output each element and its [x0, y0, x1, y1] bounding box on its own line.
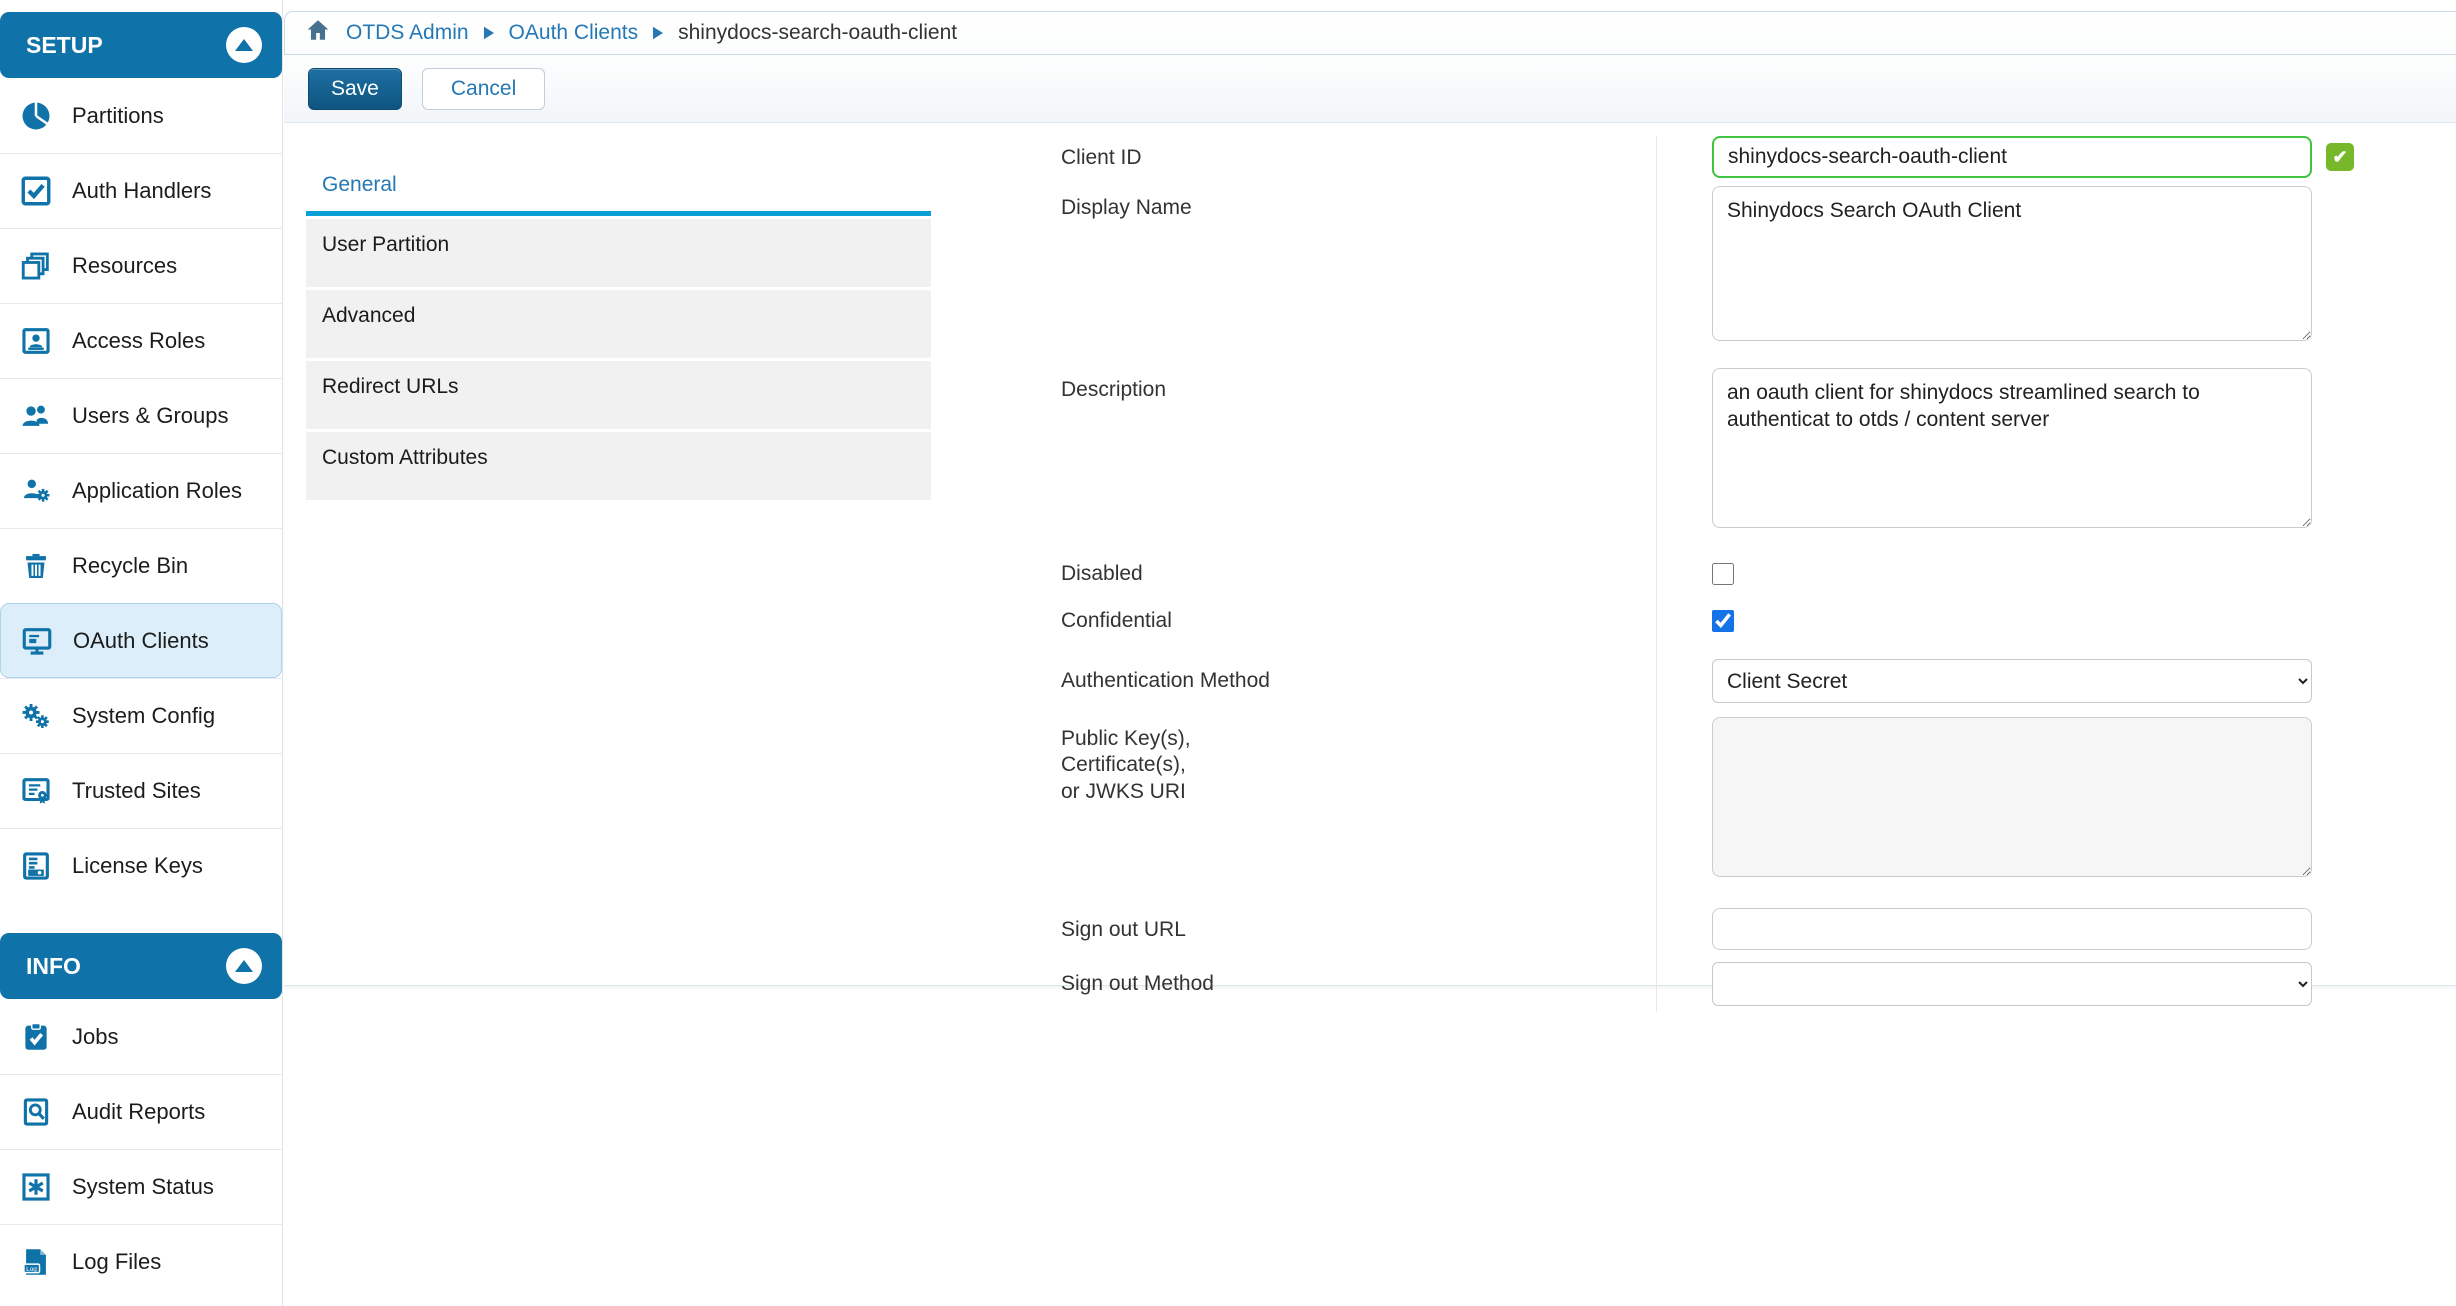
home-icon[interactable] [305, 17, 331, 49]
sidebar-item-label: Log Files [72, 1249, 161, 1275]
collapse-setup-button[interactable] [226, 27, 262, 63]
breadcrumb-arrow-icon [484, 26, 494, 40]
public-keys-textarea[interactable] [1712, 717, 2312, 877]
sidebar-item-log-files[interactable]: Log Log Files [0, 1224, 282, 1299]
sidebar-item-auth-handlers[interactable]: Auth Handlers [0, 153, 282, 228]
sidebar-item-system-config[interactable]: System Config [0, 678, 282, 753]
oauth-client-form: Client ID ✔ Display Name Shinydocs Searc… [1061, 123, 2456, 985]
sidebar-item-label: Access Roles [72, 328, 205, 354]
main-area: OTDS Admin OAuth Clients shinydocs-searc… [284, 0, 2456, 1306]
description-textarea[interactable]: an oauth client for shinydocs streamline… [1712, 368, 2312, 528]
tab-redirect-urls[interactable]: Redirect URLs [306, 361, 931, 429]
sidebar: SETUP Partitions Auth Handlers [0, 0, 283, 1306]
confidential-label: Confidential [1061, 604, 1656, 659]
system-status-icon [18, 1169, 54, 1205]
setup-nav: Partitions Auth Handlers Resources Acces… [0, 78, 282, 903]
sign-out-url-input[interactable] [1712, 908, 2312, 950]
active-tab-underline [306, 211, 931, 216]
info-section-title: INFO [26, 953, 81, 980]
users-groups-icon [18, 398, 54, 434]
info-nav: Jobs Audit Reports System Status Log Log… [0, 999, 282, 1299]
sign-out-url-label: Sign out URL [1061, 908, 1656, 962]
valid-check-icon: ✔ [2326, 143, 2354, 171]
oauth-clients-icon [19, 623, 55, 659]
sidebar-item-label: License Keys [72, 853, 203, 879]
display-name-textarea[interactable]: Shinydocs Search OAuth Client [1712, 186, 2312, 341]
sidebar-section-setup[interactable]: SETUP [0, 12, 282, 78]
sidebar-item-label: Jobs [72, 1024, 118, 1050]
jobs-icon [18, 1019, 54, 1055]
log-files-icon: Log [18, 1244, 54, 1280]
authentication-method-label: Authentication Method [1061, 659, 1656, 717]
sign-out-method-label: Sign out Method [1061, 962, 1656, 1012]
recycle-bin-icon [18, 548, 54, 584]
sidebar-item-label: Partitions [72, 103, 164, 129]
auth-handlers-icon [18, 173, 54, 209]
svg-text:Log: Log [26, 1266, 37, 1273]
cancel-button[interactable]: Cancel [422, 68, 545, 110]
sidebar-item-label: System Status [72, 1174, 214, 1200]
setup-section-title: SETUP [26, 32, 103, 59]
display-name-label: Display Name [1061, 186, 1656, 368]
sidebar-item-oauth-clients[interactable]: OAuth Clients [0, 603, 282, 678]
sidebar-item-license-keys[interactable]: License Keys [0, 828, 282, 903]
description-label: Description [1061, 368, 1656, 557]
sidebar-item-label: Recycle Bin [72, 553, 188, 579]
chevron-up-icon [235, 960, 253, 972]
sidebar-section-info[interactable]: INFO [0, 933, 282, 999]
partitions-icon [18, 98, 54, 134]
authentication-method-select[interactable]: Client Secret [1712, 659, 2312, 703]
breadcrumb-arrow-icon [653, 26, 663, 40]
access-roles-icon [18, 323, 54, 359]
sidebar-item-label: System Config [72, 703, 215, 729]
trusted-sites-icon [18, 773, 54, 809]
sidebar-item-partitions[interactable]: Partitions [0, 78, 282, 153]
sidebar-item-resources[interactable]: Resources [0, 228, 282, 303]
sidebar-item-trusted-sites[interactable]: Trusted Sites [0, 753, 282, 828]
sidebar-item-users-groups[interactable]: Users & Groups [0, 378, 282, 453]
disabled-label: Disabled [1061, 557, 1656, 604]
sidebar-item-jobs[interactable]: Jobs [0, 999, 282, 1074]
audit-reports-icon [18, 1094, 54, 1130]
client-id-input[interactable] [1712, 136, 2312, 178]
tab-custom-attributes[interactable]: Custom Attributes [306, 432, 931, 500]
sidebar-item-label: OAuth Clients [73, 628, 209, 654]
public-keys-label: Public Key(s), Certificate(s), or JWKS U… [1061, 717, 1656, 908]
sign-out-method-select[interactable] [1712, 962, 2312, 1006]
tab-list: General User Partition Advanced Redirect… [306, 123, 931, 985]
sidebar-item-audit-reports[interactable]: Audit Reports [0, 1074, 282, 1149]
disabled-checkbox[interactable] [1712, 563, 1734, 585]
breadcrumb-link-otds-admin[interactable]: OTDS Admin [346, 21, 469, 45]
sidebar-item-system-status[interactable]: System Status [0, 1149, 282, 1224]
sidebar-item-label: Auth Handlers [72, 178, 211, 204]
sidebar-item-label: Application Roles [72, 478, 242, 504]
breadcrumb-current: shinydocs-search-oauth-client [678, 21, 957, 45]
system-config-icon [18, 698, 54, 734]
action-toolbar: Save Cancel [284, 55, 2456, 123]
sidebar-item-application-roles[interactable]: Application Roles [0, 453, 282, 528]
otds-admin-page: SETUP Partitions Auth Handlers [0, 0, 2456, 1306]
tab-general[interactable]: General [306, 165, 931, 211]
sidebar-item-label: Users & Groups [72, 403, 229, 429]
sidebar-item-label: Audit Reports [72, 1099, 205, 1125]
sidebar-item-recycle-bin[interactable]: Recycle Bin [0, 528, 282, 603]
collapse-info-button[interactable] [226, 948, 262, 984]
sidebar-item-label: Resources [72, 253, 177, 279]
breadcrumb-link-oauth-clients[interactable]: OAuth Clients [509, 21, 639, 45]
sidebar-item-access-roles[interactable]: Access Roles [0, 303, 282, 378]
breadcrumb: OTDS Admin OAuth Clients shinydocs-searc… [284, 11, 2456, 55]
application-roles-icon [18, 473, 54, 509]
resources-icon [18, 248, 54, 284]
save-button[interactable]: Save [308, 68, 402, 110]
tab-advanced[interactable]: Advanced [306, 290, 931, 358]
license-keys-icon [18, 848, 54, 884]
sidebar-item-label: Trusted Sites [72, 778, 201, 804]
client-id-label: Client ID [1061, 136, 1656, 186]
chevron-up-icon [235, 39, 253, 51]
tab-user-partition[interactable]: User Partition [306, 219, 931, 287]
content-panel: General User Partition Advanced Redirect… [284, 123, 2456, 986]
confidential-checkbox[interactable] [1712, 610, 1734, 632]
